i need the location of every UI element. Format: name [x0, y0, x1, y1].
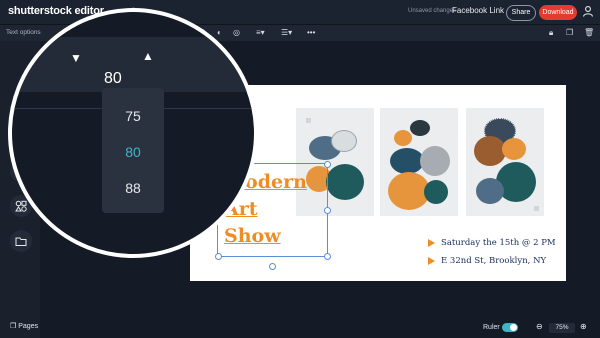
image-handle[interactable]: [534, 206, 539, 211]
paint-blob: [424, 180, 448, 204]
resize-handle[interactable]: [215, 253, 222, 260]
text-options-label: Text options: [6, 29, 41, 36]
folder-icon: [15, 237, 27, 246]
download-button[interactable]: Download: [539, 5, 577, 20]
paint-blob: [331, 130, 357, 152]
paint-blob: [420, 146, 450, 176]
magnifier-callout: ▼ 80 ▲ 75 80 88: [8, 8, 258, 258]
image-handle[interactable]: [306, 118, 311, 123]
paint-blob: [326, 164, 364, 200]
pages-icon: ❐: [10, 323, 17, 330]
pages-label: Pages: [18, 323, 39, 330]
font-size-option[interactable]: 75: [102, 108, 164, 124]
artwork-panel[interactable]: [380, 108, 458, 216]
paint-blob: [474, 136, 506, 166]
pages-button[interactable]: ❐ Pages: [10, 322, 38, 330]
paint-blob: [502, 138, 526, 160]
resize-handle[interactable]: [324, 207, 331, 214]
arrow-bullet-icon: [428, 256, 435, 265]
event-address-line[interactable]: E 32nd St, Brooklyn, NY: [428, 256, 546, 266]
font-size-option-selected[interactable]: 80: [102, 144, 164, 160]
event-date: Saturday the 15th @ 2 PM: [441, 238, 556, 248]
share-button[interactable]: Share: [506, 5, 536, 21]
list-dropdown-icon[interactable]: ☰▾: [281, 28, 292, 38]
duplicate-icon[interactable]: ❐: [566, 28, 573, 38]
paint-blob: [476, 178, 504, 204]
font-size-value[interactable]: 80: [104, 70, 122, 88]
paint-blob: [394, 130, 412, 146]
font-size-increase-icon[interactable]: ▲: [142, 49, 154, 63]
paint-blob: [410, 120, 430, 136]
trash-icon[interactable]: 🗑︎: [584, 28, 594, 38]
magnified-toolbar: ▼ 80 ▲: [12, 37, 254, 92]
artwork-panel[interactable]: [466, 108, 544, 216]
user-icon[interactable]: [582, 5, 594, 17]
ruler-label: Ruler: [483, 324, 500, 331]
event-address: E 32nd St, Brooklyn, NY: [441, 256, 547, 266]
shapes-icon: [15, 200, 27, 212]
rotate-handle[interactable]: [269, 263, 276, 270]
document-title[interactable]: Facebook Link: [452, 6, 504, 15]
resize-handle[interactable]: [324, 161, 331, 168]
unsaved-status: Unsaved changes: [408, 8, 457, 14]
ruler-toggle[interactable]: [502, 323, 518, 332]
font-size-decrease-icon[interactable]: ▼: [70, 51, 82, 65]
more-icon[interactable]: •••: [307, 28, 315, 38]
align-dropdown-icon[interactable]: ≡▾: [256, 28, 265, 38]
font-size-dropdown[interactable]: 75 80 88: [102, 88, 164, 213]
paint-blob: [390, 148, 424, 174]
lock-icon[interactable]: 🔒︎: [549, 28, 553, 38]
font-size-option[interactable]: 88: [102, 180, 164, 196]
zoom-select[interactable]: 75%: [549, 323, 575, 333]
arrow-bullet-icon: [428, 238, 435, 247]
resize-handle[interactable]: [324, 253, 331, 260]
zoom-in-icon[interactable]: ⊕: [580, 322, 587, 331]
event-date-line[interactable]: Saturday the 15th @ 2 PM: [428, 238, 556, 248]
uploads-button[interactable]: [10, 230, 32, 252]
zoom-out-icon[interactable]: ⊖: [536, 322, 543, 331]
bottom-bar: ❐ Pages Ruler ⊖ 75% ⊕: [0, 318, 600, 338]
title-line-3[interactable]: Show: [224, 226, 281, 246]
